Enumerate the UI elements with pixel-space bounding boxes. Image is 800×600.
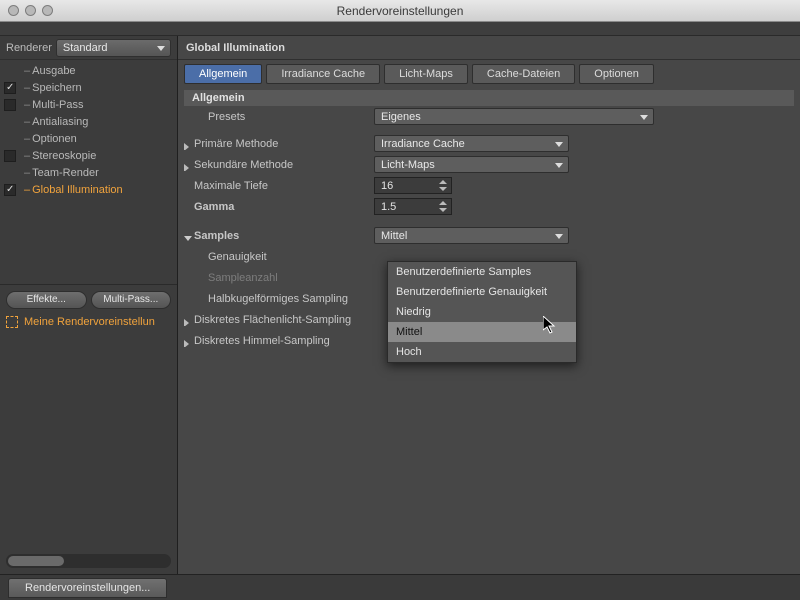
checkbox-blank <box>4 133 16 145</box>
checkbox-blank <box>4 167 16 179</box>
menu-item-medium[interactable]: Mittel <box>388 322 576 342</box>
scrollbar-thumb[interactable] <box>8 556 64 566</box>
toolbar-drag-area[interactable] <box>0 22 800 36</box>
accuracy-label: Genauigkeit <box>184 251 374 263</box>
checkbox-unchecked[interactable] <box>4 150 16 162</box>
tab-allgemein[interactable]: Allgemein <box>184 64 262 84</box>
sample-count-label: Sampleanzahl <box>184 272 374 284</box>
checkbox-checked[interactable] <box>4 82 16 94</box>
sidebar-item-speichern[interactable]: – Speichern <box>0 79 177 96</box>
sidebar-item-label: Speichern <box>32 82 82 94</box>
sidebar-item-multipass[interactable]: – Multi-Pass <box>0 96 177 113</box>
sidebar-item-label: Team-Render <box>32 167 99 179</box>
sidebar-hscrollbar[interactable] <box>6 554 171 568</box>
checkbox-blank <box>4 116 16 128</box>
sidebar-item-antialiasing[interactable]: – Antialiasing <box>0 113 177 130</box>
samples-dropdown-menu: Benutzerdefinierte Samples Benutzerdefin… <box>387 261 577 363</box>
sidebar-item-optionen[interactable]: – Optionen <box>0 130 177 147</box>
secondary-method-dropdown[interactable]: Licht-Maps <box>374 156 569 173</box>
presets-value: Eigenes <box>381 111 421 123</box>
tab-cache-dateien[interactable]: Cache-Dateien <box>472 64 575 84</box>
preset-icon <box>6 316 18 328</box>
render-settings-tree: – Ausgabe – Speichern – Multi-Pass – Ant… <box>0 60 177 284</box>
effects-button[interactable]: Effekte... <box>6 291 87 309</box>
sidebar-item-teamrender[interactable]: – Team-Render <box>0 164 177 181</box>
max-depth-spinner[interactable]: 16 <box>374 177 452 194</box>
secondary-method-value: Licht-Maps <box>381 159 435 171</box>
primary-method-value: Irradiance Cache <box>381 138 465 150</box>
renderer-dropdown[interactable]: Standard <box>56 39 171 57</box>
sidebar-item-label: Antialiasing <box>32 116 88 128</box>
max-depth-label: Maximale Tiefe <box>184 180 374 192</box>
tab-irradiance-cache[interactable]: Irradiance Cache <box>266 64 380 84</box>
multipass-button[interactable]: Multi-Pass... <box>91 291 172 309</box>
tab-bar: Allgemein Irradiance Cache Licht-Maps Ca… <box>178 60 800 88</box>
samples-dropdown[interactable]: Mittel <box>374 227 569 244</box>
sidebar-item-label: Optionen <box>32 133 77 145</box>
sidebar-item-label: Stereoskopie <box>32 150 96 162</box>
panel-heading: Global Illumination <box>178 36 800 60</box>
preset-label: Meine Rendervoreinstellun <box>24 316 155 328</box>
samples-header[interactable]: Samples <box>184 230 374 242</box>
hemispherical-sampling-label: Halbkugelförmiges Sampling <box>184 293 374 305</box>
sidebar-item-label: Ausgabe <box>32 65 75 77</box>
checkbox-unchecked[interactable] <box>4 99 16 111</box>
sidebar-item-label: Multi-Pass <box>32 99 83 111</box>
gamma-value: 1.5 <box>381 201 396 213</box>
gamma-label: Gamma <box>184 201 374 213</box>
sidebar: Renderer Standard – Ausgabe – Speichern … <box>0 36 178 574</box>
tab-licht-maps[interactable]: Licht-Maps <box>384 64 468 84</box>
presets-label: Presets <box>184 111 374 123</box>
sidebar-item-global-illumination[interactable]: – Global Illumination <box>0 181 177 198</box>
tab-optionen[interactable]: Optionen <box>579 64 654 84</box>
menu-item-high[interactable]: Hoch <box>388 342 576 362</box>
sky-sampling-label[interactable]: Diskretes Himmel-Sampling <box>184 335 374 347</box>
area-light-sampling-label[interactable]: Diskretes Flächenlicht-Sampling <box>184 314 374 326</box>
checkbox-blank <box>4 65 16 77</box>
sidebar-item-stereoskopie[interactable]: – Stereoskopie <box>0 147 177 164</box>
primary-method-dropdown[interactable]: Irradiance Cache <box>374 135 569 152</box>
renderer-label: Renderer <box>6 42 52 54</box>
gamma-spinner[interactable]: 1.5 <box>374 198 452 215</box>
menu-item-custom-samples[interactable]: Benutzerdefinierte Samples <box>388 262 576 282</box>
window-title: Rendervoreinstellungen <box>0 4 800 18</box>
status-tab[interactable]: Rendervoreinstellungen... <box>8 578 167 598</box>
menu-item-custom-accuracy[interactable]: Benutzerdefinierte Genauigkeit <box>388 282 576 302</box>
sub-heading: Allgemein <box>184 90 794 106</box>
menu-item-low[interactable]: Niedrig <box>388 302 576 322</box>
sidebar-item-label: Global Illumination <box>32 184 123 196</box>
primary-method-label[interactable]: Primäre Methode <box>184 138 374 150</box>
status-bar: Rendervoreinstellungen... <box>0 574 800 600</box>
max-depth-value: 16 <box>381 180 393 192</box>
renderer-value: Standard <box>63 42 108 54</box>
samples-value: Mittel <box>381 230 407 242</box>
sidebar-item-ausgabe[interactable]: – Ausgabe <box>0 62 177 79</box>
my-render-preset[interactable]: Meine Rendervoreinstellun <box>0 315 177 333</box>
checkbox-checked[interactable] <box>4 184 16 196</box>
secondary-method-label[interactable]: Sekundäre Methode <box>184 159 374 171</box>
window-titlebar: Rendervoreinstellungen <box>0 0 800 22</box>
presets-dropdown[interactable]: Eigenes <box>374 108 654 125</box>
